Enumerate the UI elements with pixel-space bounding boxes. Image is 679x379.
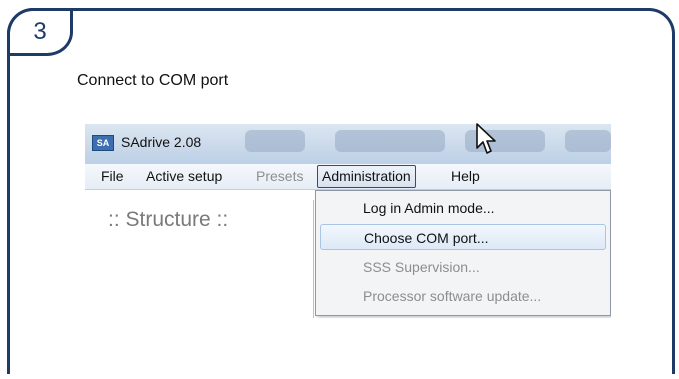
menu-help[interactable]: Help [447,167,484,186]
blurred-toolbar-icon [335,130,445,152]
panel-divider [313,200,314,318]
app-screenshot: SA SAdrive 2.08 File Active setup Preset… [85,124,611,318]
menu-presets[interactable]: Presets [252,167,307,186]
step-number-badge: 3 [7,8,73,56]
menu-active-setup[interactable]: Active setup [142,167,226,186]
menu-file[interactable]: File [97,167,128,186]
main-content: :: Structure :: Log in Admin mode... Cho… [85,190,611,318]
blurred-toolbar-icon [565,130,611,152]
menu-item-sss-supervision[interactable]: SSS Supervision... [320,254,606,280]
menu-item-processor-software-update[interactable]: Processor software update... [320,283,606,309]
blurred-toolbar-icon [245,130,305,152]
mouse-pointer-icon [476,123,496,154]
window-titlebar: SA SAdrive 2.08 [85,124,611,164]
instruction-text: Connect to COM port [77,72,229,89]
menu-item-log-in-admin[interactable]: Log in Admin mode... [320,195,606,221]
menu-administration[interactable]: Administration [317,165,416,188]
menu-item-choose-com-port[interactable]: Choose COM port... [320,224,606,250]
step-number: 3 [33,18,47,45]
window-title: SAdrive 2.08 [121,134,202,150]
structure-panel-title: :: Structure :: [108,208,229,231]
menu-bar: File Active setup Presets Administration… [85,164,611,190]
sadrive-app-icon: SA [92,135,114,151]
administration-dropdown: Log in Admin mode... Choose COM port... … [315,190,611,316]
